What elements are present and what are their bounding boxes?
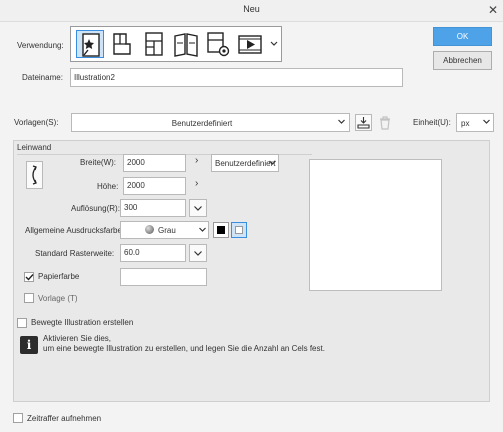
screen-label: Standard Rasterweite: xyxy=(35,249,115,258)
paper-color-checkbox[interactable] xyxy=(24,272,34,282)
chevron-right-icon[interactable]: › xyxy=(195,178,198,189)
chevron-down-icon[interactable] xyxy=(269,38,279,50)
usage-label: Verwendung: xyxy=(17,41,64,50)
unit-label: Einheit(U): xyxy=(413,118,451,127)
screen-input[interactable]: 60.0 xyxy=(120,244,186,262)
color-select-value: Grau xyxy=(158,226,176,235)
preset-select[interactable]: Benutzerdefiniert xyxy=(211,154,279,172)
chevron-down-icon xyxy=(194,206,202,211)
window-title: Neu xyxy=(243,4,260,14)
color-label: Allgemeine Ausdrucksfarbe: xyxy=(25,226,125,235)
cancel-button[interactable]: Abbrechen xyxy=(433,51,492,70)
template-label: Vorlagen(S): xyxy=(14,118,59,127)
color-select[interactable]: Grau xyxy=(120,221,209,239)
animation-info-line1: Aktivieren Sie dies, xyxy=(43,334,112,343)
filename-input[interactable]: Illustration2 xyxy=(70,68,403,87)
animation-label: Bewegte Illustration erstellen xyxy=(31,318,134,327)
chevron-down-icon xyxy=(194,251,202,256)
save-template-icon[interactable] xyxy=(355,114,372,131)
height-label: Höhe: xyxy=(97,182,119,191)
template-select-value: Benutzerdefiniert xyxy=(171,119,233,128)
template-checkbox[interactable] xyxy=(24,293,34,303)
check-icon xyxy=(25,274,34,281)
animation-usage-icon[interactable] xyxy=(236,30,264,58)
timelapse-label: Zeitraffer aufnehmen xyxy=(27,414,102,423)
canvas-section-label: Leinwand xyxy=(17,143,52,152)
height-input[interactable]: 2000 xyxy=(123,177,186,195)
info-icon: i xyxy=(20,336,38,354)
close-icon[interactable]: ✕ xyxy=(486,3,500,17)
unit-select-value: px xyxy=(461,119,470,128)
filename-label: Dateiname: xyxy=(22,73,63,82)
screen-dropdown-button[interactable] xyxy=(189,244,207,262)
white-swatch[interactable] xyxy=(231,222,247,238)
paper-color-swatch[interactable] xyxy=(120,268,207,286)
template-select[interactable]: Benutzerdefiniert xyxy=(71,113,350,132)
timelapse-checkbox[interactable] xyxy=(13,413,23,423)
unit-select[interactable]: px xyxy=(456,113,494,132)
chevron-down-icon xyxy=(198,224,207,238)
comic-page-usage-icon[interactable] xyxy=(140,30,168,58)
black-swatch[interactable] xyxy=(213,222,229,238)
animation-checkbox[interactable] xyxy=(17,318,27,328)
resolution-input[interactable]: 300 xyxy=(120,199,186,217)
resolution-dropdown-button[interactable] xyxy=(189,199,207,217)
trash-icon[interactable] xyxy=(378,115,392,131)
webtoon-usage-icon[interactable] xyxy=(108,30,136,58)
chevron-down-icon xyxy=(482,116,491,131)
template-checkbox-label: Vorlage (T) xyxy=(38,294,78,303)
width-label: Breite(W): xyxy=(80,158,116,167)
chevron-right-icon[interactable]: › xyxy=(195,155,198,166)
animation-info-line2: um eine bewegte Illustration zu erstelle… xyxy=(43,344,325,353)
chevron-down-icon xyxy=(337,116,346,131)
width-input[interactable]: 2000 xyxy=(123,154,186,172)
resolution-label: Auflösung(R): xyxy=(71,204,120,213)
gray-circle-icon xyxy=(145,225,154,234)
ok-button[interactable]: OK xyxy=(433,27,492,46)
illustration-usage-icon[interactable] xyxy=(76,30,104,58)
paper-color-label: Papierfarbe xyxy=(38,272,80,281)
book-usage-icon[interactable] xyxy=(172,30,200,58)
page-settings-usage-icon[interactable] xyxy=(204,30,232,58)
preset-select-value: Benutzerdefiniert xyxy=(215,159,276,168)
canvas-preview xyxy=(309,159,442,291)
swap-orientation-icon[interactable] xyxy=(26,161,43,189)
chevron-down-icon xyxy=(268,157,277,171)
